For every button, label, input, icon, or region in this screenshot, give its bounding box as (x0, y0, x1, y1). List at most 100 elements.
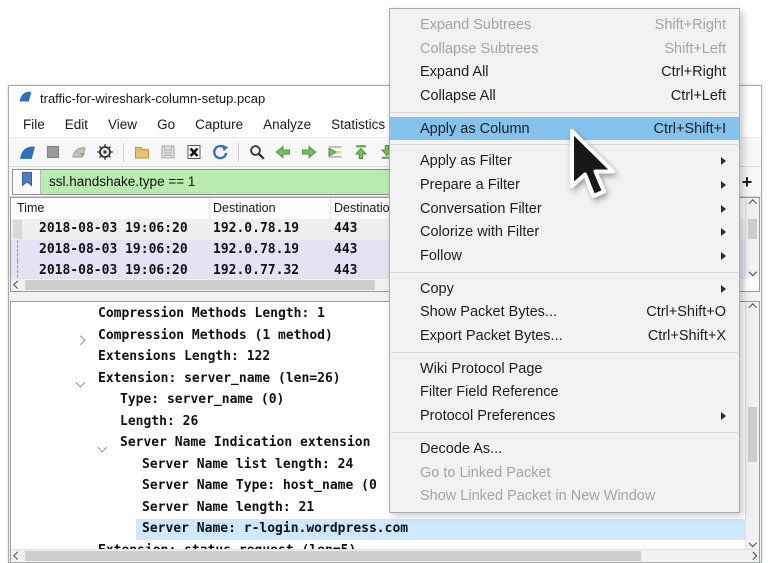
menu-item-protocol-preferences[interactable]: Protocol Preferences (390, 404, 739, 428)
toolbar-separator (238, 143, 239, 162)
scroll-down-button[interactable] (746, 266, 759, 278)
menu-item-label: Prepare a Filter (420, 177, 520, 193)
menu-item-label: Apply as Column (420, 121, 530, 137)
menubar-view[interactable]: View (98, 114, 147, 135)
menu-item-label: Show Linked Packet in New Window (420, 488, 655, 504)
submenu-arrow-icon (721, 285, 726, 293)
scrollbar-thumb[interactable] (25, 280, 375, 290)
submenu-arrow-icon (721, 228, 726, 236)
menu-item-expand-subtrees[interactable]: Expand SubtreesShift+Right (390, 13, 739, 37)
menu-item-collapse-all[interactable]: Collapse AllCtrl+Left (390, 84, 739, 108)
cursor-pointer (569, 129, 621, 203)
scrollbar-thumb[interactable] (748, 219, 757, 239)
scroll-left-button[interactable] (11, 550, 24, 562)
menu-item-apply-as-filter[interactable]: Apply as Filter (390, 149, 739, 173)
menu-item-follow[interactable]: Follow (390, 244, 739, 268)
window-title: traffic-for-wireshark-column-setup.pcap (40, 91, 265, 106)
cell-time: 2018-08-03 19:06:20 (39, 263, 188, 278)
scroll-up-button[interactable] (746, 302, 759, 314)
menu-item-label: Copy (420, 281, 454, 297)
menu-item-label: Show Packet Bytes... (420, 304, 557, 320)
menu-item-apply-as-column[interactable]: Apply as ColumnCtrl+Shift+I (390, 117, 739, 141)
menu-item-wiki-protocol-page[interactable]: Wiki Protocol Page (390, 357, 739, 381)
menu-item-shortcut: Ctrl+Right (661, 64, 726, 80)
scroll-up-button[interactable] (746, 198, 759, 210)
submenu-arrow-icon (721, 205, 726, 213)
cell-destination: 192.0.77.32 (213, 263, 299, 278)
submenu-arrow-icon (721, 412, 726, 420)
go-to-packet-icon[interactable] (323, 140, 347, 164)
submenu-arrow-icon (721, 181, 726, 189)
menu-item-shortcut: Ctrl+Shift+O (646, 304, 726, 320)
scrollbar-thumb[interactable] (748, 407, 757, 462)
menu-separator (391, 272, 738, 273)
column-header-time[interactable]: Time (17, 201, 44, 215)
menu-item-filter-field-reference[interactable]: Filter Field Reference (390, 381, 739, 405)
menu-item-label: Apply as Filter (420, 153, 512, 169)
tree-item-text: Server Name: r-login.wordpress.com (142, 521, 408, 536)
expander-down-icon[interactable] (99, 439, 106, 454)
tree-item[interactable]: Extension: status_request (len=5) (11, 541, 745, 550)
menu-item-label: Collapse Subtrees (420, 41, 539, 57)
menu-item-label: Collapse All (420, 88, 496, 104)
menu-item-go-to-linked-packet[interactable]: Go to Linked Packet (390, 461, 739, 485)
go-to-first-icon[interactable] (349, 140, 373, 164)
scroll-right-button[interactable] (746, 550, 759, 562)
submenu-arrow-icon (721, 157, 726, 165)
menu-item-label: Follow (420, 248, 462, 264)
menubar-analyze[interactable]: Analyze (253, 114, 321, 135)
expander-down-icon[interactable] (77, 375, 84, 390)
details-vscrollbar[interactable] (745, 302, 759, 549)
go-back-icon[interactable] (271, 140, 295, 164)
scroll-down-button[interactable] (746, 537, 759, 549)
column-header-destination[interactable]: Destination (213, 201, 276, 215)
menubar-edit[interactable]: Edit (55, 114, 98, 135)
open-file-icon[interactable] (130, 140, 154, 164)
scrollbar-thumb[interactable] (25, 551, 641, 561)
go-forward-icon[interactable] (297, 140, 321, 164)
menu-item-label: Filter Field Reference (420, 384, 559, 400)
save-file-icon[interactable] (156, 140, 180, 164)
menubar-capture[interactable]: Capture (185, 114, 253, 135)
reload-file-icon[interactable] (208, 140, 232, 164)
menu-separator (391, 352, 738, 353)
menu-item-export-packet-bytes[interactable]: Export Packet Bytes...Ctrl+Shift+X (390, 324, 739, 348)
stop-capture-icon[interactable] (41, 140, 65, 164)
tree-item-selected[interactable]: Server Name: r-login.wordpress.com (11, 519, 745, 541)
menu-item-prepare-a-filter[interactable]: Prepare a Filter (390, 173, 739, 197)
menu-item-conversation-filter[interactable]: Conversation Filter (390, 197, 739, 221)
menu-item-label: Go to Linked Packet (420, 465, 551, 481)
packet-list-vscrollbar[interactable] (745, 198, 759, 278)
menu-item-show-linked-packet-in-new-window[interactable]: Show Linked Packet in New Window (390, 484, 739, 508)
submenu-arrow-icon (721, 252, 726, 260)
expander-right-icon[interactable] (77, 548, 84, 550)
details-hscrollbar[interactable] (11, 549, 759, 562)
menubar-file[interactable]: File (13, 114, 55, 135)
menu-item-shortcut: Shift+Left (664, 41, 726, 57)
menu-item-expand-all[interactable]: Expand AllCtrl+Right (390, 60, 739, 84)
menu-item-decode-as[interactable]: Decode As... (390, 437, 739, 461)
menu-item-copy[interactable]: Copy (390, 277, 739, 301)
close-file-icon[interactable] (182, 140, 206, 164)
restart-capture-icon[interactable] (67, 140, 91, 164)
expander-right-icon[interactable] (77, 333, 84, 348)
wireshark-start-capture-icon[interactable] (15, 140, 39, 164)
menu-item-collapse-subtrees[interactable]: Collapse Subtrees Shift+Left (390, 37, 739, 61)
cell-destination-port: 443 (334, 221, 357, 236)
column-separator[interactable] (330, 198, 331, 219)
row-marker (17, 240, 18, 261)
column-separator[interactable] (209, 198, 210, 219)
tree-item-text: Server Name length: 21 (142, 500, 314, 515)
add-filter-button[interactable]: + (738, 173, 756, 191)
filter-bookmark-button[interactable] (13, 170, 41, 194)
menubar-statistics[interactable]: Statistics (321, 114, 395, 135)
scroll-left-button[interactable] (11, 279, 24, 291)
tree-item-text: Server Name Indication extension (120, 435, 370, 450)
menu-item-show-packet-bytes[interactable]: Show Packet Bytes... Ctrl+Shift+O (390, 301, 739, 325)
menubar-go[interactable]: Go (147, 114, 185, 135)
menu-item-colorize-with-filter[interactable]: Colorize with Filter (390, 221, 739, 245)
tree-item-text: Extension: server_name (len=26) (98, 371, 341, 386)
find-packet-icon[interactable] (245, 140, 269, 164)
capture-options-icon[interactable] (93, 140, 117, 164)
cell-destination-port: 443 (334, 242, 357, 257)
